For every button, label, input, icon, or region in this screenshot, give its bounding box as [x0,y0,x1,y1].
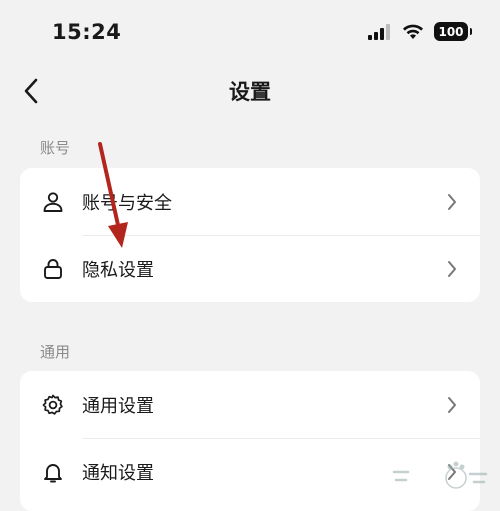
page-title: 设置 [229,80,271,104]
row-label: 账号与安全 [82,192,172,214]
row-label: 隐私设置 [82,259,154,281]
battery-icon: 100 [434,22,472,41]
section-label-account: 账号 [40,139,71,157]
status-bar: 15:24 100 [0,0,500,66]
status-time: 15:24 [52,20,122,44]
status-icons: 100 [368,22,472,41]
gear-icon [42,394,63,415]
row-account-security[interactable]: 账号与安全 [20,168,480,235]
section-label-general: 通用 [40,343,71,361]
signal-icon [368,23,390,40]
lock-icon [44,259,62,279]
wifi-icon [403,24,423,39]
row-general-settings[interactable]: 通用设置 [20,371,480,438]
chevron-right-icon [448,194,456,210]
row-label: 通知设置 [82,462,154,484]
user-icon [43,192,63,212]
watermark-logo [392,461,488,489]
row-privacy-settings[interactable]: 隐私设置 [20,235,480,302]
nav-bar: 设置 [0,66,500,114]
chevron-right-icon [448,261,456,277]
account-card: 账号与安全 隐私设置 [20,168,480,302]
row-label: 通用设置 [82,395,154,417]
chevron-right-icon [448,397,456,413]
bell-icon [44,464,62,483]
